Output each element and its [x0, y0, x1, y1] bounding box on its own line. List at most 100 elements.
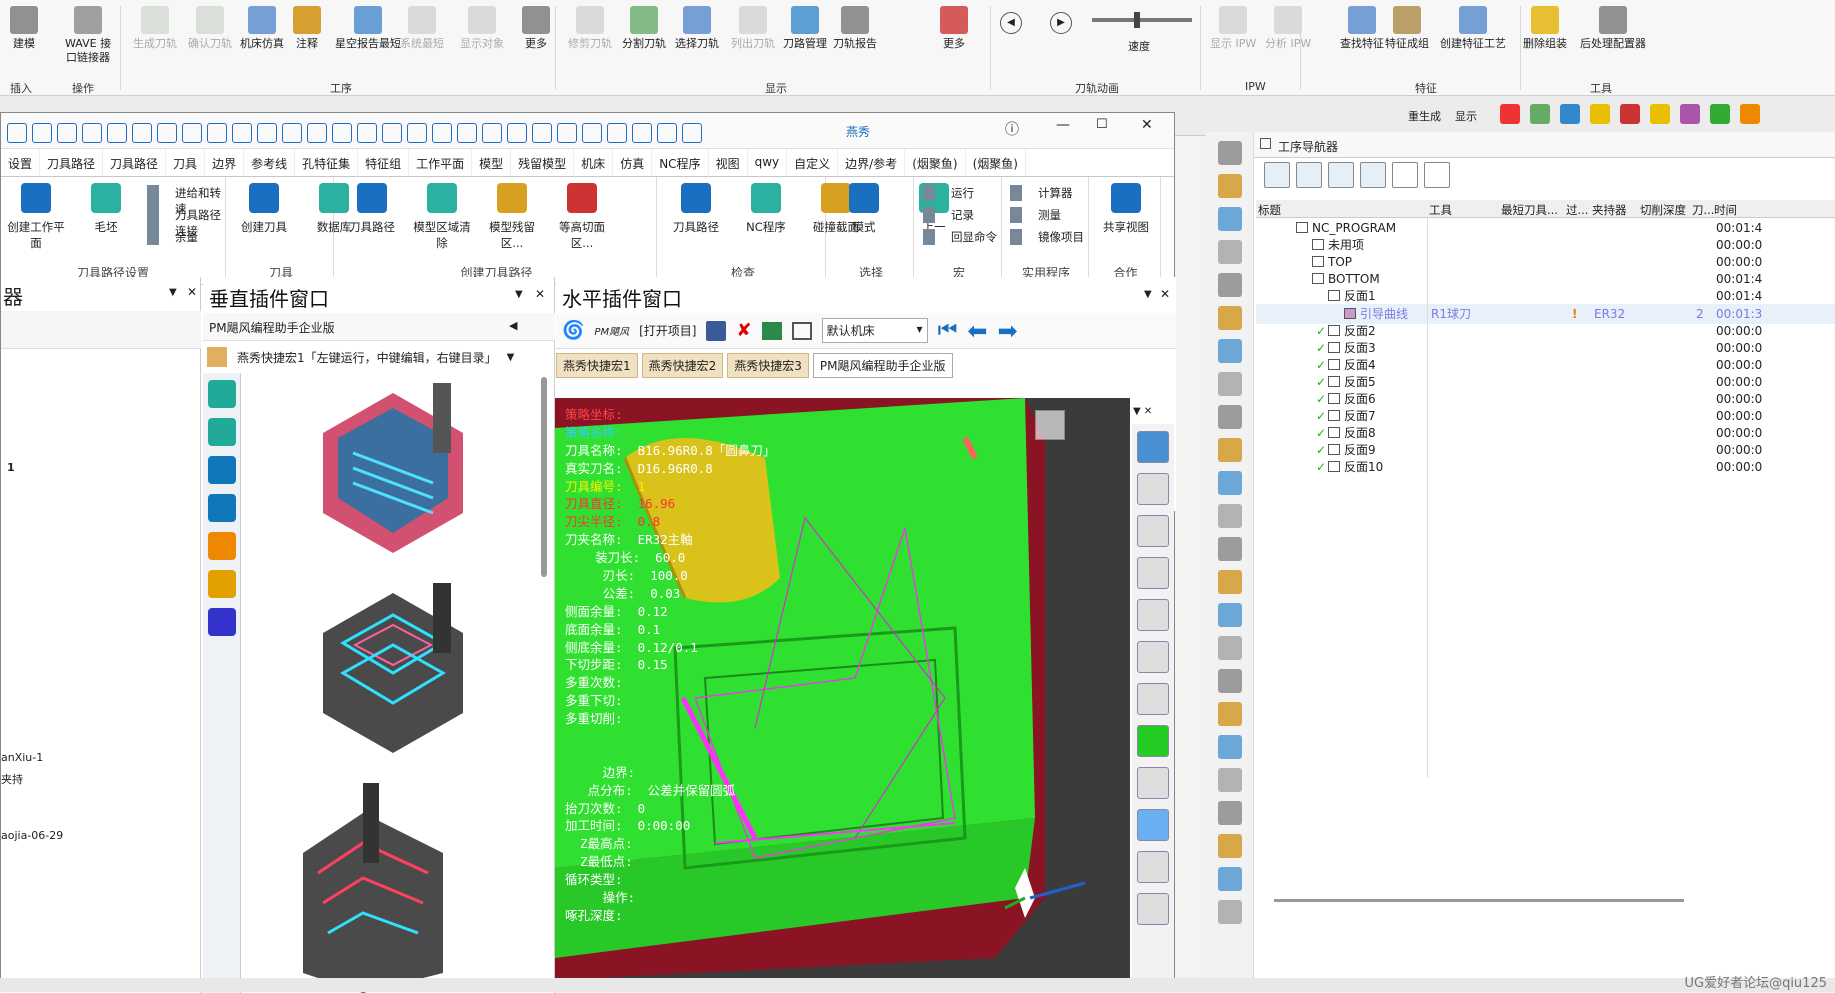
view-tool-icon[interactable] [1137, 641, 1169, 673]
path-report-button[interactable]: 刀轨报告 [833, 6, 877, 51]
find-feature-button[interactable]: 查找特征 [1340, 6, 1384, 51]
pane-dropdown-icon[interactable]: ▼ [1144, 289, 1152, 300]
macro-button-2[interactable]: 燕秀快捷宏2 [641, 353, 724, 378]
ribbon-tab[interactable]: 残留模型 [511, 149, 575, 176]
navigator-view-icon[interactable] [1424, 162, 1450, 188]
resource-icon[interactable] [1217, 603, 1242, 627]
resource-icon[interactable] [1217, 801, 1242, 825]
feature-process-button[interactable]: 创建特征工艺 [1440, 6, 1506, 51]
ribbon-button[interactable]: 刀具路径 [665, 183, 727, 235]
resource-icon[interactable] [1217, 735, 1242, 759]
column-header[interactable]: 夹持器 [1592, 202, 1627, 218]
ribbon-tab[interactable]: 设置 [1, 149, 41, 176]
vertical-macro-button[interactable]: 燕秀快捷宏1「左键运行，中键编辑，右键目录」 [231, 346, 503, 369]
tab-enterprise[interactable]: PM飓风编程助手企业版 [812, 353, 953, 378]
quick-access-icon[interactable] [457, 123, 477, 143]
ribbon-tab[interactable]: (烟聚鱼) [966, 149, 1026, 176]
small-ribbon-button[interactable]: 运行 [923, 185, 974, 201]
maximize-button[interactable]: ☐ [1096, 117, 1108, 132]
view-tool-icon[interactable] [1137, 473, 1169, 505]
view-tool-icon[interactable] [1137, 725, 1169, 757]
column-header[interactable]: 工具 [1429, 202, 1452, 218]
prev-arrow-icon[interactable]: ⬅ [967, 317, 987, 345]
small-ribbon-button[interactable]: 回显命令 [923, 229, 997, 245]
ribbon-button[interactable]: 共享视图 [1095, 183, 1157, 235]
ribbon-tab[interactable]: qwy [748, 149, 788, 176]
ribbon-button[interactable]: 毛坯 [75, 183, 137, 235]
pane-close-icon[interactable]: ✕ [187, 285, 197, 299]
open-project-button[interactable]: [打开项目] [639, 322, 696, 339]
resource-icon[interactable] [1217, 372, 1242, 396]
view-cube-icon[interactable] [1035, 410, 1065, 440]
small-ribbon-button[interactable]: 测量 [1010, 207, 1061, 223]
generate-path-button[interactable]: 生成刀轨 [133, 6, 177, 51]
resource-icon[interactable] [1217, 669, 1242, 693]
speed-slider[interactable] [1092, 18, 1192, 22]
ribbon-button[interactable]: 创建刀具 [233, 183, 295, 235]
quick-tool-icon[interactable] [1500, 104, 1520, 124]
ribbon-button[interactable]: NC程序 [735, 183, 797, 235]
machine-sim-button[interactable]: 机床仿真 [240, 6, 284, 51]
quick-access-icon[interactable] [582, 123, 602, 143]
view-tool-icon[interactable] [1137, 809, 1169, 841]
ribbon-button[interactable]: 模型区域清除 [411, 183, 473, 251]
ribbon-tab[interactable]: 模型 [472, 149, 512, 176]
quick-tool-icon[interactable] [1560, 104, 1580, 124]
ribbon-tab[interactable]: 孔特征集 [295, 149, 359, 176]
plugin-strategy-icon[interactable] [207, 380, 236, 408]
ribbon-tab[interactable]: 特征组 [358, 149, 410, 176]
graphics-viewport[interactable]: 策略坐标: 策略名称: 刀具名称: B16.96R0.8「圆鼻刀」 真实刀名: D16… [555, 398, 1130, 980]
quick-access-icon[interactable] [382, 123, 402, 143]
quick-access-icon[interactable] [532, 123, 552, 143]
next-arrow-icon[interactable]: ➡ [997, 317, 1017, 345]
annotation-button[interactable]: 注释 [293, 6, 321, 51]
navigator-view-icon[interactable] [1392, 162, 1418, 188]
explorer-item[interactable]: 夹持 [1, 771, 23, 787]
explorer-item[interactable]: aojia-06-29 [1, 829, 63, 842]
quick-tool-icon[interactable] [1680, 104, 1700, 124]
trim-path-button[interactable]: 修剪刀轨 [568, 6, 612, 51]
resource-icon[interactable] [1217, 174, 1242, 198]
split-path-button[interactable]: 分割刀轨 [622, 6, 666, 51]
column-header[interactable]: 刀... [1692, 202, 1714, 218]
help-icon[interactable]: ⓘ [1005, 119, 1019, 139]
quick-access-icon[interactable] [207, 123, 227, 143]
column-header[interactable]: 时间 [1714, 202, 1737, 218]
thumb-constant-z[interactable] [303, 783, 443, 993]
more-button[interactable]: 更多 [522, 6, 550, 51]
macro-dropdown-icon[interactable]: ▼ [507, 352, 515, 363]
ribbon-tab[interactable]: 参考线 [244, 149, 296, 176]
pane-dropdown-icon[interactable]: ▼ [169, 287, 177, 298]
system-short-button[interactable]: 系统最短 [400, 6, 444, 51]
ribbon-tab[interactable]: 边界/参考 [838, 149, 906, 176]
resource-icon[interactable] [1217, 240, 1242, 264]
quick-access-icon[interactable] [607, 123, 627, 143]
resource-icon[interactable] [1217, 702, 1242, 726]
column-header[interactable]: 切削深度 [1640, 202, 1686, 218]
resource-icon[interactable] [1217, 141, 1242, 165]
quick-tool-icon[interactable] [1620, 104, 1640, 124]
report-button[interactable]: 星空报告最短 [335, 6, 401, 51]
ribbon-tab[interactable]: 自定义 [787, 149, 839, 176]
postprocessor-button[interactable]: 后处理配置器 [1580, 6, 1646, 51]
ribbon-tab[interactable]: 边界 [205, 149, 245, 176]
plugin-strategy-icon[interactable] [207, 418, 236, 446]
resource-icon[interactable] [1217, 636, 1242, 660]
quick-access-icon[interactable] [307, 123, 327, 143]
small-ribbon-button[interactable]: 余量 [147, 229, 198, 245]
small-ribbon-button[interactable]: 记录 [923, 207, 974, 223]
navigator-view-icon[interactable] [1264, 162, 1290, 188]
column-header[interactable]: 过... [1566, 202, 1588, 218]
quick-access-icon[interactable] [407, 123, 427, 143]
resource-icon[interactable] [1217, 471, 1242, 495]
verify-path-button[interactable]: 确认刀轨 [188, 6, 232, 51]
export-icon[interactable] [761, 321, 782, 340]
navigator-view-icon[interactable] [1296, 162, 1322, 188]
pane-close-icon[interactable]: ✕ [535, 287, 545, 301]
table-row[interactable]: ✓ 反面10 00:00:0 [1256, 457, 1835, 477]
resource-icon[interactable] [1217, 207, 1242, 231]
ribbon-button[interactable]: 模型残留区... [481, 183, 543, 251]
plugin-strategy-icon[interactable] [207, 570, 236, 598]
navigator-checkbox[interactable] [1260, 138, 1271, 149]
collapse-arrow-icon[interactable]: ◀ [509, 319, 517, 332]
